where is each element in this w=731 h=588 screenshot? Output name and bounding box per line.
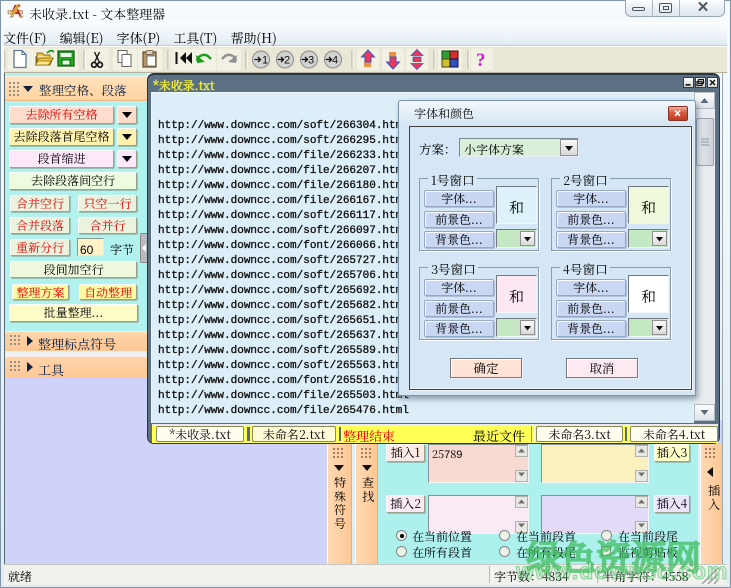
- svg-text:3: 3: [308, 55, 314, 67]
- svg-text:?: ?: [476, 50, 486, 71]
- svg-text:2: 2: [284, 55, 290, 67]
- svg-text:1: 1: [262, 55, 268, 67]
- svg-text:4: 4: [332, 55, 338, 67]
